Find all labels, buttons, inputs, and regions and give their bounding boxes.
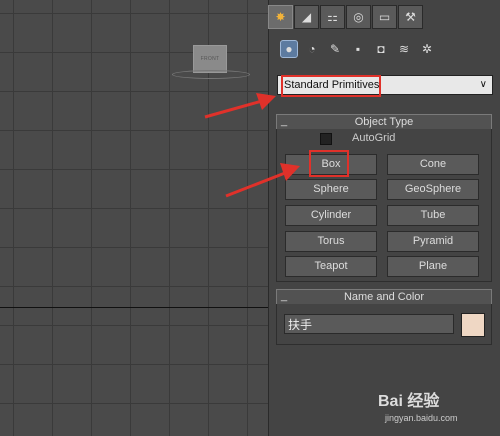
- cylinder-button[interactable]: Cylinder: [285, 205, 377, 226]
- cameras-glyph: ▪: [355, 42, 361, 56]
- utilities-icon: ⚒: [405, 10, 416, 24]
- collapse-icon: _: [281, 115, 288, 127]
- cameras-icon[interactable]: ▪: [349, 40, 367, 58]
- hierarchy-icon: ⚏: [327, 10, 338, 24]
- utilities-tab[interactable]: ⚒: [398, 5, 423, 29]
- lights-icon[interactable]: ✎: [326, 40, 344, 58]
- tube-button[interactable]: Tube: [387, 205, 479, 226]
- collapse-icon: _: [281, 290, 288, 302]
- lights-glyph: ✎: [329, 42, 341, 56]
- command-panel-tabs: ✸ ◢ ⚏ ◎ ▭ ⚒: [268, 5, 424, 29]
- spacewarps-glyph: ≋: [398, 42, 410, 56]
- display-icon: ▭: [378, 10, 391, 24]
- viewcube-label: FRONT: [200, 56, 220, 62]
- viewport[interactable]: [0, 0, 268, 436]
- watermark-logo: Bai 经验: [378, 393, 440, 410]
- shapes-icon[interactable]: ◔: [303, 40, 321, 58]
- create-icon: ✸: [275, 10, 286, 24]
- geometry-glyph: ●: [285, 42, 293, 56]
- viewcube[interactable]: FRONT: [193, 45, 227, 73]
- cone-button[interactable]: Cone: [387, 154, 479, 175]
- create-tab[interactable]: ✸: [268, 5, 293, 29]
- teapot-button[interactable]: Teapot: [285, 256, 377, 277]
- watermark-url: jingyan.baidu.com: [385, 413, 458, 423]
- sphere-button[interactable]: Sphere: [285, 179, 377, 200]
- autogrid-checkbox[interactable]: [320, 133, 332, 145]
- helpers-glyph: ◘: [377, 42, 385, 56]
- motion-tab[interactable]: ◎: [346, 5, 371, 29]
- modify-icon: ◢: [301, 10, 312, 24]
- helpers-icon[interactable]: ◘: [372, 40, 390, 58]
- object-name-field[interactable]: 扶手: [284, 314, 454, 334]
- viewcube-ring[interactable]: [172, 70, 250, 79]
- hierarchy-tab[interactable]: ⚏: [320, 5, 345, 29]
- systems-icon[interactable]: ✲: [418, 40, 436, 58]
- dropdown-highlight: [281, 75, 381, 97]
- name-color-rollout-header[interactable]: _ Name and Color: [276, 289, 492, 305]
- viewport-divider: [0, 307, 268, 308]
- motion-icon: ◎: [353, 10, 364, 24]
- object-type-title: Object Type: [354, 116, 414, 128]
- autogrid-label: AutoGrid: [352, 132, 396, 144]
- geometry-icon[interactable]: ●: [280, 40, 298, 58]
- display-tab[interactable]: ▭: [372, 5, 397, 29]
- name-color-title: Name and Color: [343, 291, 425, 303]
- modify-tab[interactable]: ◢: [294, 5, 319, 29]
- object-type-rollout-header[interactable]: _ Object Type: [276, 114, 492, 130]
- category-row: ● ◔ ✎ ▪ ◘ ≋ ✲: [280, 40, 441, 58]
- object-color-swatch[interactable]: [461, 313, 485, 337]
- pyramid-button[interactable]: Pyramid: [387, 231, 479, 252]
- plane-button[interactable]: Plane: [387, 256, 479, 277]
- geosphere-button[interactable]: GeoSphere: [387, 179, 479, 200]
- spacewarps-icon[interactable]: ≋: [395, 40, 413, 58]
- shapes-glyph: ◔: [308, 42, 316, 56]
- chevron-down-icon: ∨: [479, 79, 487, 90]
- systems-glyph: ✲: [421, 42, 433, 56]
- box-button-highlight: [309, 150, 349, 177]
- torus-button[interactable]: Torus: [285, 231, 377, 252]
